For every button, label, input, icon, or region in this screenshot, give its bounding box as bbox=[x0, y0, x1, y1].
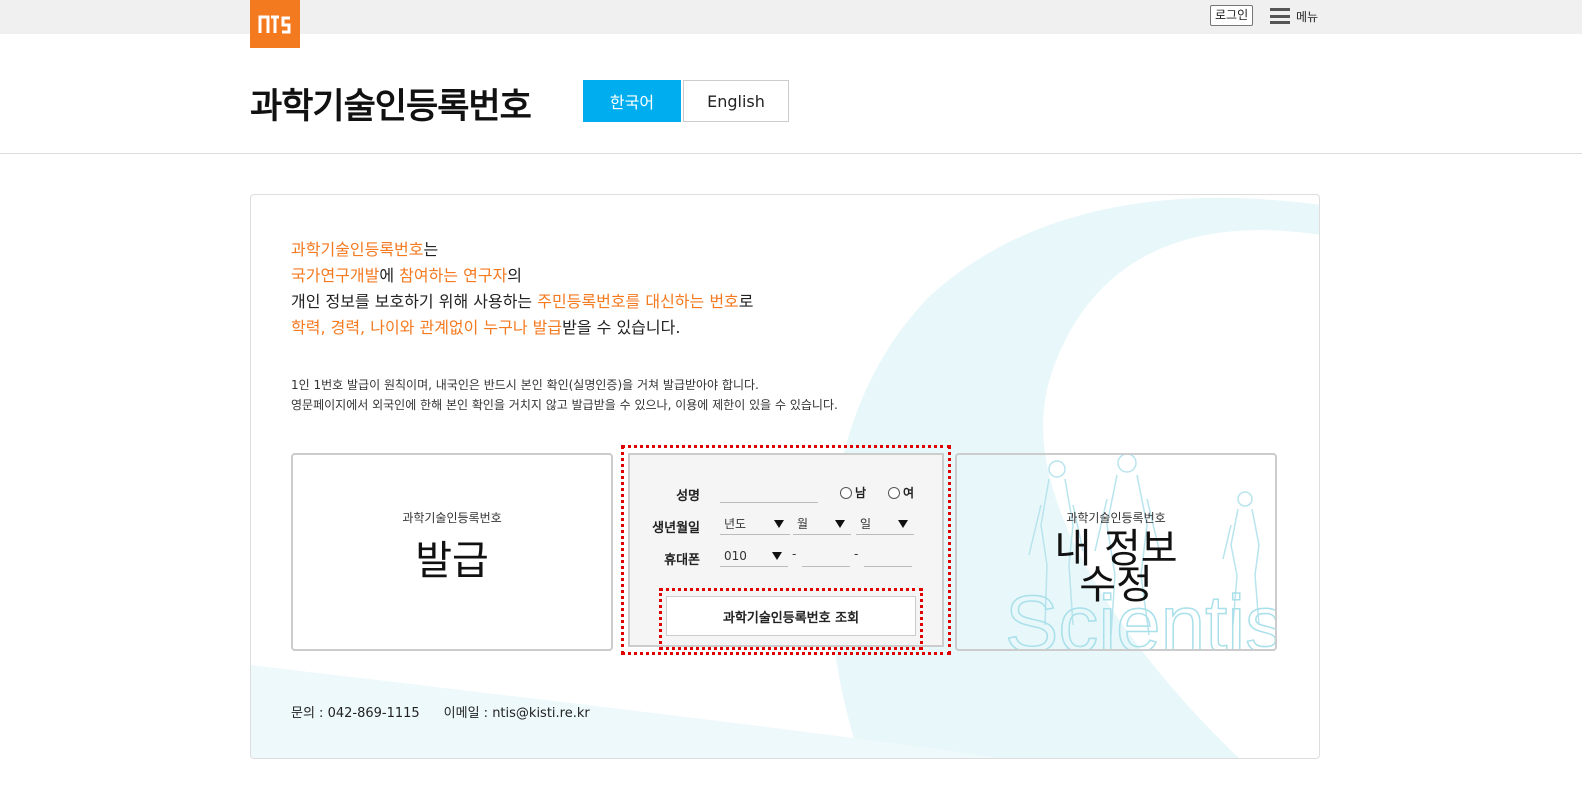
phone-separator: - bbox=[792, 547, 797, 561]
notice-text: 1인 1번호 발급이 원칙이며, 내국인은 반드시 본인 확인(실명인증)을 거… bbox=[291, 375, 838, 415]
page-header: 과학기술인등록번호 한국어 English bbox=[0, 34, 1582, 154]
edit-box-title-line2: 수정 bbox=[1079, 562, 1153, 608]
phone-last-input[interactable] bbox=[864, 545, 912, 567]
intro-text-part: 의 bbox=[507, 266, 523, 285]
login-button[interactable]: 로그인 bbox=[1210, 5, 1254, 26]
dropdown-arrow-icon bbox=[772, 552, 782, 560]
notice-line: 영문페이지에서 외국인에 한해 본인 확인을 거치지 않고 발급받을 수 있으나… bbox=[291, 398, 838, 412]
issue-box-subtitle: 과학기술인등록번호 bbox=[402, 511, 502, 525]
phone-separator: - bbox=[854, 547, 859, 561]
notice-line: 1인 1번호 발급이 원칙이며, 내국인은 반드시 본인 확인(실명인증)을 거… bbox=[291, 378, 759, 392]
lang-english-button[interactable]: English bbox=[683, 80, 789, 122]
search-button-highlight: 과학기술인등록번호 조회 bbox=[659, 588, 923, 650]
name-label: 성명 bbox=[676, 489, 700, 504]
top-bar bbox=[0, 0, 1582, 34]
dropdown-arrow-icon bbox=[898, 520, 908, 528]
intro-text-part: 에 bbox=[379, 266, 400, 285]
page-title: 과학기술인등록번호 bbox=[250, 87, 532, 127]
intro-text-part: 로 bbox=[738, 292, 754, 311]
lookup-form: 성명 남 여 생년월일 년도 월 일 휴대폰 010 - - 과학기술인등록번호… bbox=[628, 453, 944, 650]
phone-middle-input[interactable] bbox=[802, 545, 850, 567]
gender-female-label: 여 bbox=[903, 486, 915, 500]
ntis-logo-icon bbox=[258, 15, 291, 34]
lookup-form-highlight: 성명 남 여 생년월일 년도 월 일 휴대폰 010 - - 과학기술인등록번호… bbox=[621, 445, 951, 655]
intro-highlight: 과학기술인등록번호 bbox=[291, 240, 424, 259]
name-input[interactable] bbox=[720, 481, 818, 503]
footer-contact: 문의 : 042-869-1115 이메일 : ntis@kisti.re.kr bbox=[291, 702, 590, 721]
edit-info-button[interactable]: Scientis 과학기술인등록번호 내 정보 수정 bbox=[955, 453, 1277, 651]
hamburger-icon bbox=[1270, 8, 1290, 24]
birth-day-value: 일 bbox=[860, 517, 872, 531]
lang-korean-button[interactable]: 한국어 bbox=[583, 80, 681, 122]
menu-label: 메뉴 bbox=[1296, 9, 1319, 24]
birth-day-select[interactable]: 일 bbox=[856, 513, 914, 535]
contact-phone: 문의 : 042-869-1115 bbox=[291, 706, 420, 721]
birth-year-select[interactable]: 년도 bbox=[720, 513, 790, 535]
intro-text-part: 받을 수 있습니다. bbox=[562, 318, 681, 337]
birth-label: 생년월일 bbox=[652, 521, 700, 536]
intro-highlight: 학력, 경력, 나이와 관계없이 누구나 발급 bbox=[291, 318, 563, 337]
phone-prefix-value: 010 bbox=[724, 549, 747, 563]
contact-email: 이메일 : ntis@kisti.re.kr bbox=[443, 706, 590, 721]
gender-female-radio[interactable]: 여 bbox=[888, 484, 914, 501]
intro-highlight: 주민등록번호를 대신하는 번호 bbox=[537, 292, 739, 311]
birth-month-select[interactable]: 월 bbox=[793, 513, 851, 535]
issue-box-title: 발급 bbox=[415, 538, 489, 584]
gender-male-radio[interactable]: 남 bbox=[840, 484, 866, 501]
gender-male-label: 남 bbox=[855, 486, 867, 500]
intro-text: 과학기술인등록번호는 국가연구개발에 참여하는 연구자의 개인 정보를 보호하기… bbox=[291, 237, 754, 341]
radio-circle-icon bbox=[888, 486, 900, 499]
search-button[interactable]: 과학기술인등록번호 조회 bbox=[666, 596, 916, 636]
edit-box-subtitle: 과학기술인등록번호 bbox=[1066, 511, 1166, 525]
intro-highlight: 참여하는 연구자 bbox=[399, 266, 508, 285]
intro-text-part: 개인 정보를 보호하기 위해 사용하는 bbox=[291, 292, 538, 311]
dropdown-arrow-icon bbox=[774, 520, 784, 528]
issue-button[interactable]: 과학기술인등록번호 발급 bbox=[291, 453, 613, 651]
intro-highlight: 국가연구개발 bbox=[291, 266, 380, 285]
birth-month-value: 월 bbox=[797, 517, 809, 531]
phone-prefix-select[interactable]: 010 bbox=[720, 545, 788, 567]
birth-year-value: 년도 bbox=[724, 517, 747, 531]
main-card: 과학기술인등록번호는 국가연구개발에 참여하는 연구자의 개인 정보를 보호하기… bbox=[250, 194, 1320, 759]
dropdown-arrow-icon bbox=[835, 520, 845, 528]
phone-label: 휴대폰 bbox=[664, 553, 700, 568]
radio-circle-icon bbox=[840, 486, 852, 499]
intro-text-part: 는 bbox=[423, 240, 439, 259]
menu-button[interactable]: 메뉴 bbox=[1270, 6, 1318, 26]
